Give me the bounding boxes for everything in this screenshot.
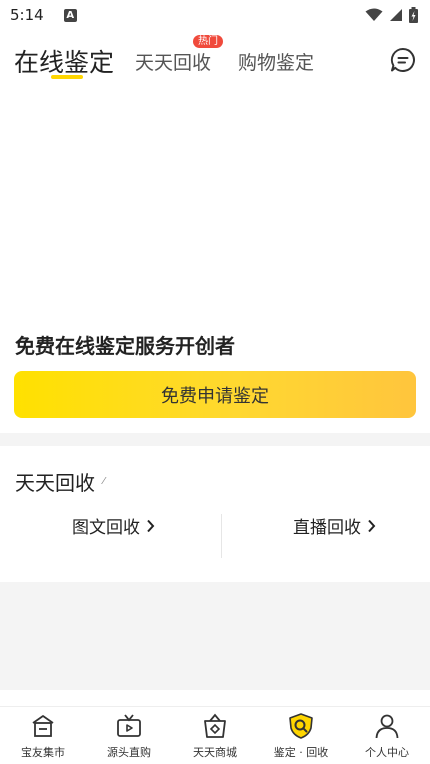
title-mark: ⁄ [103,476,105,487]
link-divider [221,514,222,558]
live-recycle-link[interactable]: 直播回收 [293,513,376,538]
nav-item-mall[interactable]: 天天商城 [172,707,258,764]
status-time: 5:14 [10,6,44,24]
recycle-section-title: 天天回收 [15,471,95,495]
nav-label-market: 宝友集市 [21,746,65,759]
nav-label-mall: 天天商城 [193,746,237,759]
nav-label-appraisal-recycle: 鉴定 · 回收 [273,746,329,759]
market-icon [32,715,54,737]
battery-icon [409,7,418,23]
tab-shopping-appraisal[interactable]: 购物鉴定 [238,48,314,75]
status-icons [365,7,418,23]
chevron-right-icon [368,519,376,532]
nav-label-profile: 个人中心 [365,746,409,759]
content-placeholder-band [0,582,430,690]
nav-item-appraisal-recycle[interactable]: 鉴定 · 回收 [258,707,344,764]
mall-bag-icon [204,713,226,738]
tab-online-appraisal[interactable]: 在线鉴定 [14,43,114,79]
wifi-icon [365,8,383,21]
section-divider [0,433,430,446]
nav-item-market[interactable]: 宝友集市 [0,707,86,764]
nav-label-direct-buy: 源头直购 [107,746,151,759]
hot-badge: 热门 [193,35,223,48]
hero-title: 免费在线鉴定服务开创者 [15,334,235,358]
active-tab-indicator [51,75,83,79]
tv-shop-icon [117,714,141,737]
signal-icon [390,9,402,21]
person-icon [375,714,399,739]
tab-daily-recycle[interactable]: 天天回收 [135,48,211,75]
message-icon[interactable] [390,47,416,73]
live-recycle-label: 直播回收 [293,518,361,538]
appraisal-shield-icon [289,713,313,739]
nav-item-direct-buy[interactable]: 源头直购 [86,707,172,764]
bottom-nav: 宝友集市 源头直购 天天商城 鉴定 · 回收 个人中心 [0,706,430,764]
photo-recycle-link[interactable]: 图文回收 [72,513,155,538]
nav-item-profile[interactable]: 个人中心 [344,707,430,764]
photo-recycle-label: 图文回收 [72,518,140,538]
free-appraisal-button[interactable]: 免费申请鉴定 [14,371,416,418]
notification-a-icon: A [63,8,77,22]
status-bar: 5:14 A [0,0,430,30]
chevron-right-icon [147,519,155,532]
